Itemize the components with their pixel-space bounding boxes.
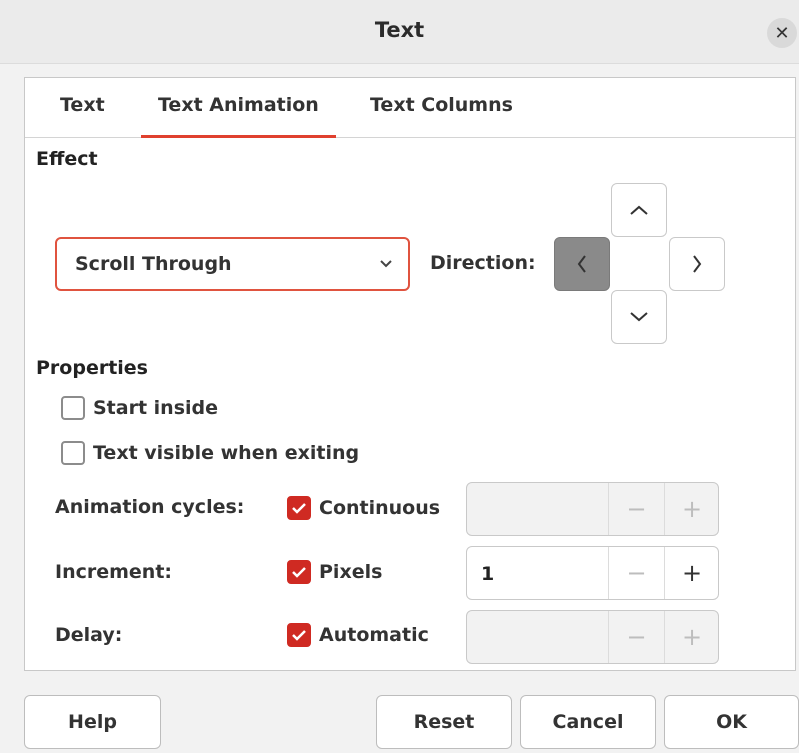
increment-label: Increment: xyxy=(55,561,173,583)
start-inside-checkbox-row[interactable]: Start inside xyxy=(61,396,218,420)
text-visible-label: Text visible when exiting xyxy=(93,442,360,464)
automatic-label: Automatic xyxy=(319,624,429,646)
checkmark-icon xyxy=(292,567,306,578)
increment-value: 1 xyxy=(481,563,495,585)
increment-spinbox[interactable]: 1 − + xyxy=(466,546,719,600)
checkmark-icon xyxy=(292,630,306,641)
close-button[interactable]: ✕ xyxy=(767,18,797,48)
effect-section-label: Effect xyxy=(36,148,98,170)
reset-button[interactable]: Reset xyxy=(376,695,512,749)
automatic-checkbox-row[interactable]: Automatic xyxy=(287,623,429,647)
dialog-title: Text xyxy=(374,18,425,42)
direction-left-button[interactable] xyxy=(554,237,610,291)
effect-dropdown[interactable]: Scroll Through xyxy=(55,237,410,291)
start-inside-checkbox[interactable] xyxy=(61,396,85,420)
continuous-label: Continuous xyxy=(319,497,441,519)
continuous-checkbox[interactable] xyxy=(287,496,311,520)
checkmark-icon xyxy=(292,503,306,514)
direction-label: Direction: xyxy=(430,252,536,274)
chevron-left-icon xyxy=(577,255,586,273)
help-button[interactable]: Help xyxy=(24,695,161,749)
delay-spinbox[interactable]: − + xyxy=(466,610,719,664)
close-icon: ✕ xyxy=(774,22,790,44)
animation-cycles-spinbox[interactable]: − + xyxy=(466,482,719,536)
tab-bar: Text Text Animation Text Columns xyxy=(25,78,795,138)
continuous-checkbox-row[interactable]: Continuous xyxy=(287,496,440,520)
pixels-checkbox-row[interactable]: Pixels xyxy=(287,560,382,584)
ok-button[interactable]: OK xyxy=(664,695,799,749)
cancel-button[interactable]: Cancel xyxy=(520,695,656,749)
chevron-down-icon xyxy=(380,260,392,268)
increment-increment-button[interactable]: + xyxy=(664,547,719,599)
animation-cycles-decrement-button[interactable]: − xyxy=(608,483,664,535)
direction-right-button[interactable] xyxy=(669,237,725,291)
delay-label: Delay: xyxy=(55,624,123,646)
properties-section-label: Properties xyxy=(36,357,148,379)
tab-text-columns[interactable]: Text Columns xyxy=(370,94,513,138)
delay-decrement-button[interactable]: − xyxy=(608,611,664,663)
effect-dropdown-value: Scroll Through xyxy=(75,253,232,275)
text-dialog: Text ✕ Text Text Animation Text Columns … xyxy=(0,0,799,753)
increment-decrement-button[interactable]: − xyxy=(608,547,664,599)
tab-text-animation[interactable]: Text Animation xyxy=(141,94,336,138)
title-bar: Text ✕ xyxy=(0,0,799,64)
text-visible-checkbox[interactable] xyxy=(61,441,85,465)
direction-down-button[interactable] xyxy=(611,290,667,344)
text-visible-checkbox-row[interactable]: Text visible when exiting xyxy=(61,441,359,465)
direction-up-button[interactable] xyxy=(611,183,667,237)
pixels-checkbox[interactable] xyxy=(287,560,311,584)
chevron-up-icon xyxy=(630,205,648,215)
tab-text[interactable]: Text xyxy=(60,94,105,138)
chevron-right-icon xyxy=(693,255,702,273)
animation-cycles-increment-button[interactable]: + xyxy=(664,483,719,535)
automatic-checkbox[interactable] xyxy=(287,623,311,647)
animation-cycles-label: Animation cycles: xyxy=(55,496,245,518)
delay-increment-button[interactable]: + xyxy=(664,611,719,663)
start-inside-label: Start inside xyxy=(93,397,219,419)
pixels-label: Pixels xyxy=(319,561,383,583)
chevron-down-icon xyxy=(630,312,648,322)
